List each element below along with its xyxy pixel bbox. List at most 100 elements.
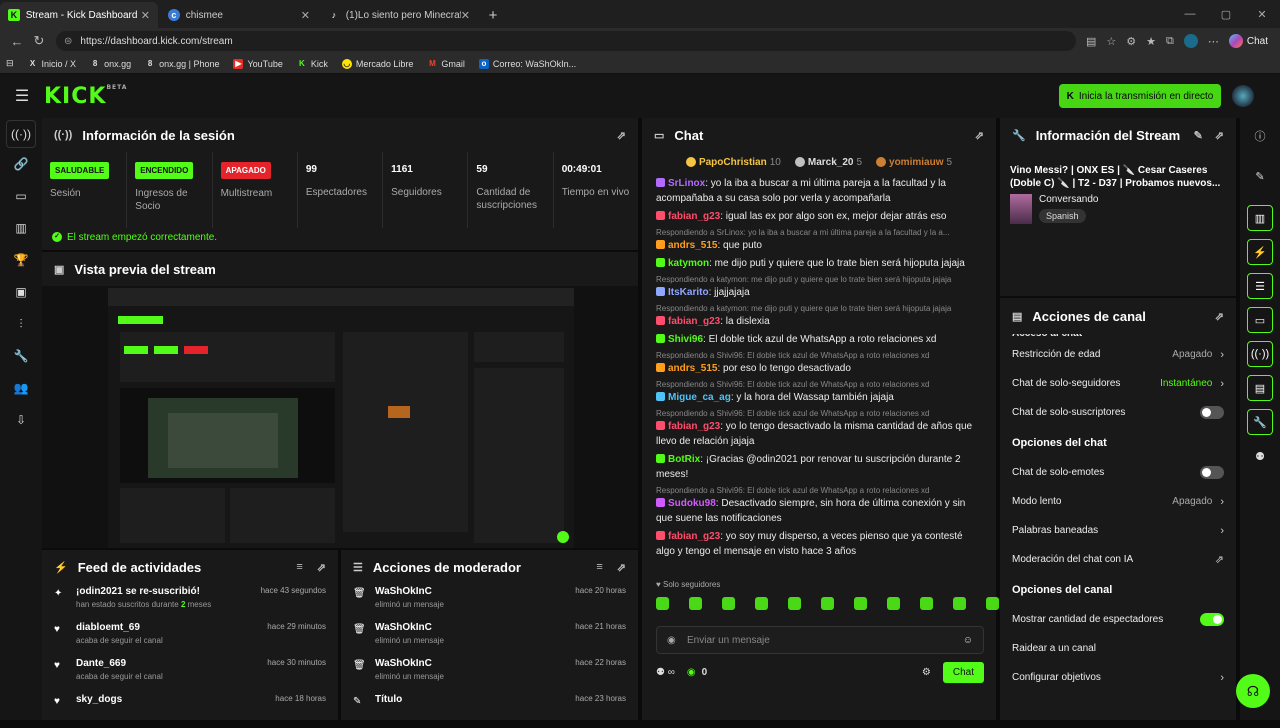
emote-icon[interactable] <box>656 597 669 610</box>
wrench-icon[interactable]: 🔧 <box>0 340 42 372</box>
emote-icon[interactable] <box>755 597 768 610</box>
chat-message-input[interactable]: ◉ Enviar un mensaje ☺ <box>656 626 984 654</box>
gifter-2[interactable]: Marck_20 5 <box>794 157 862 168</box>
popout-icon[interactable]: ⇗ <box>617 129 626 142</box>
more-icon[interactable]: ⋯ <box>1208 35 1219 48</box>
integrations-icon[interactable]: ⚉ <box>1247 443 1273 469</box>
bookmark-x[interactable]: X Inicio / X <box>28 59 76 69</box>
popout-icon[interactable]: ⇗ <box>1215 129 1224 142</box>
analytics-icon[interactable]: ▥ <box>0 212 42 244</box>
bookmark-outlook[interactable]: o Correo: WaShOkIn... <box>478 58 576 69</box>
emote-icon[interactable] <box>854 597 867 610</box>
session-panel-toggle-icon[interactable]: ▥ <box>1247 205 1273 231</box>
maximize-icon[interactable]: ▢ <box>1208 8 1244 21</box>
popout-icon[interactable]: ⇗ <box>975 129 984 142</box>
chat-username[interactable]: Sudoku98 <box>668 498 716 509</box>
bookmark-kick[interactable]: K Kick <box>297 59 328 69</box>
close-tab-icon[interactable]: ✕ <box>461 9 470 22</box>
emote-icon[interactable] <box>887 597 900 610</box>
download-icon[interactable]: ⇩ <box>0 404 42 436</box>
emote-icon[interactable] <box>722 597 735 610</box>
chat-username[interactable]: fabian_g23 <box>668 211 720 222</box>
emote-icon[interactable] <box>953 597 966 610</box>
bookmark-mercadolibre[interactable]: ◡ Mercado Libre <box>341 58 413 69</box>
chat-username[interactable]: andrs_515 <box>668 363 717 374</box>
filter-icon[interactable]: ≡ <box>296 561 302 573</box>
channel-action-row[interactable]: Raidear a un canal <box>1000 634 1236 663</box>
emote-icon[interactable] <box>920 597 933 610</box>
copilot-chat-button[interactable]: Chat <box>1228 34 1268 48</box>
send-chat-button[interactable]: Chat <box>942 661 984 683</box>
back-icon[interactable]: ← <box>6 34 28 49</box>
chat-username[interactable]: katymon <box>668 258 709 269</box>
browser-tab-chismee[interactable]: c chismee ✕ <box>160 2 318 28</box>
edit-pencil-icon[interactable]: ✎ <box>1194 129 1203 142</box>
new-tab-button[interactable]: + <box>480 2 506 28</box>
gifter-1[interactable]: PapoChristian 10 <box>685 157 781 168</box>
favorite-star-icon[interactable]: ☆ <box>1106 35 1116 48</box>
collections-icon[interactable]: ⧉ <box>1166 35 1174 48</box>
channel-action-row[interactable]: Configurar objetivos › <box>1000 663 1236 692</box>
close-tab-icon[interactable]: ✕ <box>301 9 310 22</box>
channel-action-row[interactable]: Chat de solo-suscriptores <box>1000 398 1236 427</box>
popout-icon[interactable]: ⇗ <box>1215 310 1224 323</box>
toggle-switch[interactable] <box>1200 466 1224 479</box>
channel-action-row[interactable]: Chat de solo-emotes <box>1000 458 1236 487</box>
chat-username[interactable]: fabian_g23 <box>668 421 720 432</box>
close-tab-icon[interactable]: ✕ <box>141 9 150 22</box>
link-icon[interactable]: 🔗 <box>0 148 42 180</box>
browser-tab-tiktok[interactable]: ♪ (1)Lo siento pero Minecraft no esp ✕ <box>320 2 478 28</box>
kick-logo[interactable]: KICKBETA <box>44 84 127 109</box>
close-window-icon[interactable]: ✕ <box>1244 8 1280 21</box>
emote-icon[interactable] <box>986 597 999 610</box>
growth-chart-icon[interactable]: ⫶ <box>0 308 42 340</box>
bookmark-onx-phone[interactable]: 8 onx.gg | Phone <box>145 59 220 69</box>
minimize-icon[interactable]: — <box>1172 8 1208 20</box>
chat-username[interactable]: ItsKarito <box>668 287 709 298</box>
settings-gear-icon[interactable]: ⚙ <box>922 667 931 678</box>
extensions-icon[interactable]: ⚙ <box>1126 35 1136 48</box>
favorites-icon[interactable]: ★ <box>1146 35 1156 48</box>
reader-icon[interactable]: ▤ <box>1086 35 1096 48</box>
emote-icon[interactable] <box>788 597 801 610</box>
browser-tab-kick-dashboard[interactable]: K Stream - Kick Dashboard ✕ <box>0 2 158 28</box>
chat-username[interactable]: fabian_g23 <box>668 316 720 327</box>
channel-action-row[interactable]: Palabras baneadas › <box>1000 516 1236 545</box>
bookmark-onx[interactable]: 8 onx.gg <box>90 59 131 69</box>
channel-action-row[interactable]: Chat de solo-seguidores Instantáneo › <box>1000 369 1236 398</box>
bookmark-gmail[interactable]: M Gmail <box>427 59 465 69</box>
chat-username[interactable]: SrLinox <box>668 178 705 189</box>
bookmarks-menu-icon[interactable]: ⊟ <box>6 58 14 69</box>
users-icon[interactable]: 👥 <box>0 372 42 404</box>
bookmark-youtube[interactable]: ▶ YouTube <box>233 58 283 69</box>
trophy-icon[interactable]: 🏆 <box>0 244 42 276</box>
emoji-icon[interactable]: ☺ <box>963 635 973 646</box>
profile-avatar-icon[interactable] <box>1183 34 1198 48</box>
site-info-icon[interactable]: ⊜ <box>64 36 72 47</box>
chat-username[interactable]: andrs_515 <box>668 240 717 251</box>
activity-panel-toggle-icon[interactable]: ⚡ <box>1247 239 1273 265</box>
channel-action-row[interactable]: Restricción de edad Apagado › <box>1000 340 1236 369</box>
chat-panel-toggle-icon[interactable]: ▭ <box>1247 307 1273 333</box>
reload-icon[interactable]: ↻ <box>28 33 50 49</box>
window-icon[interactable]: ▭ <box>0 180 42 212</box>
menu-icon[interactable]: ☰ <box>0 86 44 106</box>
community-icon[interactable]: ⚉ ∞ <box>656 667 675 678</box>
user-avatar[interactable] <box>1232 85 1254 107</box>
go-live-button[interactable]: K Inicia la transmisión en directo <box>1059 84 1221 108</box>
toggle-switch[interactable] <box>1200 613 1224 626</box>
broadcast-panel-toggle-icon[interactable]: ((·)) <box>1247 341 1273 367</box>
info-icon[interactable]: ⓘ <box>1247 123 1273 149</box>
chat-username[interactable]: Shivi96 <box>668 334 703 345</box>
edit-pencil-icon[interactable]: ✎ <box>1247 163 1273 189</box>
channel-action-row[interactable]: Moderación del chat con IA ⇗ <box>1000 545 1236 574</box>
video-icon[interactable]: ▣ <box>0 276 42 308</box>
mod-panel-toggle-icon[interactable]: ☰ <box>1247 273 1273 299</box>
wrench-panel-toggle-icon[interactable]: 🔧 <box>1247 409 1273 435</box>
popout-icon[interactable]: ⇗ <box>617 561 626 574</box>
filter-icon[interactable]: ≡ <box>596 561 602 573</box>
channel-action-row[interactable]: Mostrar cantidad de espectadores <box>1000 605 1236 634</box>
channel-action-row[interactable]: Modo lento Apagado › <box>1000 487 1236 516</box>
url-field[interactable]: ⊜ https://dashboard.kick.com/stream <box>56 31 1076 51</box>
stream-broadcast-icon[interactable]: ((·)) <box>6 120 36 148</box>
